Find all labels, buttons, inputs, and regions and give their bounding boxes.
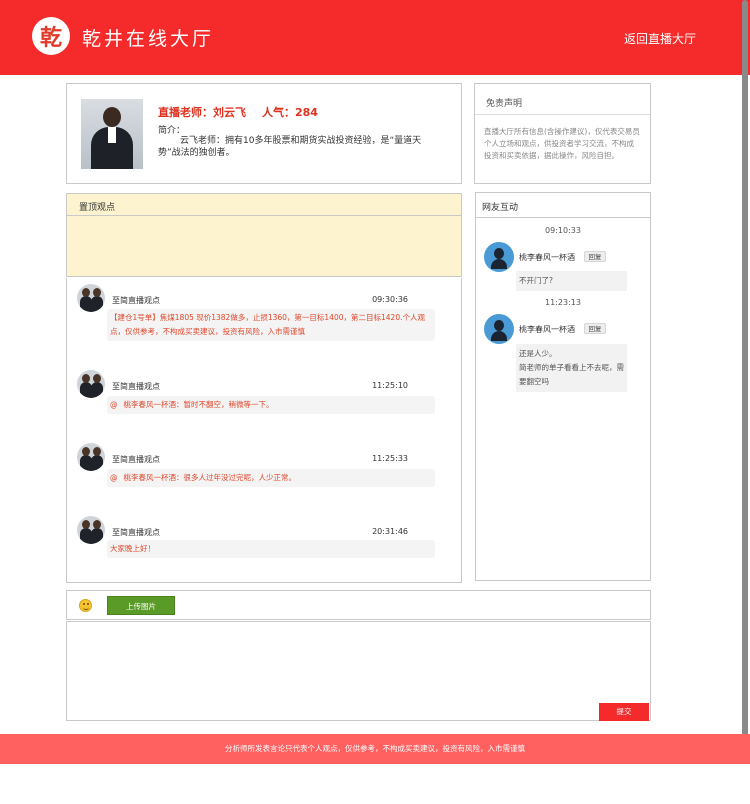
- message-time: 11:25:10: [372, 381, 408, 390]
- composer-toolbar: 上传图片: [66, 590, 651, 620]
- pinned-title: 置顶观点: [79, 203, 116, 213]
- chat-message: 不开门了?: [516, 271, 627, 291]
- emoji-icon[interactable]: [79, 599, 92, 612]
- divider: [67, 215, 461, 216]
- teacher-photo: [81, 99, 143, 169]
- chat-username: 桃李春风一杯酒: [519, 325, 575, 334]
- back-to-hall-link[interactable]: 返回直播大厅: [624, 30, 696, 47]
- upload-image-button[interactable]: 上传图片: [107, 596, 175, 615]
- at-icon: @: [110, 473, 118, 482]
- message-text: 大家晚上好！: [107, 540, 435, 558]
- chat-message: 还是人少。 简老师的单子看看上不去呢，需要翻空吗: [516, 344, 627, 392]
- disclaimer-text: 直播大厅所有信息(含操作建议)，仅代表交易员个人立场和观点，供投资者学习交流，不…: [484, 127, 640, 160]
- message-feed[interactable]: 至简直播观点 09:30:36 【建仓1号单】焦煤1805 现价1382做多，止…: [66, 278, 462, 583]
- user-avatar-icon: [484, 242, 514, 272]
- message-text: @ 桃李春风一杯酒：暂时不翻空，稍微等一下。: [107, 396, 435, 414]
- disclaimer-title: 免责声明: [486, 99, 523, 109]
- chat-time: 09:10:33: [545, 226, 581, 235]
- at-icon: @: [110, 400, 118, 409]
- message-text: 【建仓1号单】焦煤1805 现价1382做多，止损1360，第一目标1400，第…: [107, 309, 435, 341]
- teacher-popularity: 人气：284: [262, 106, 318, 119]
- submit-button[interactable]: 提交: [599, 703, 649, 721]
- avatar: [77, 284, 105, 312]
- message-time: 20:31:46: [372, 527, 408, 536]
- reply-button[interactable]: 回复: [584, 323, 606, 334]
- divider: [475, 114, 650, 115]
- teacher-name: 直播老师：刘云飞: [158, 106, 246, 119]
- site-title: 乾井在线大厅: [82, 28, 215, 50]
- avatar: [77, 516, 105, 544]
- page-scrollbar[interactable]: [742, 0, 748, 760]
- avatar: [77, 370, 105, 398]
- teacher-card: 直播老师：刘云飞 人气：284 简介： 云飞老师：拥有10多年股票和期货实战投资…: [66, 83, 462, 184]
- top-header: 乾 乾井在线大厅 返回直播大厅: [0, 0, 750, 75]
- message-input[interactable]: [66, 621, 651, 721]
- message-author: 至简直播观点: [112, 528, 160, 537]
- footer-disclaimer: 分析师所发表言论只代表个人观点，仅供参考，不构成买卖建议，投资有风险，入市需谨慎: [0, 734, 750, 764]
- chat-username: 桃李春风一杯酒: [519, 253, 575, 262]
- disclaimer-panel: 免责声明 直播大厅所有信息(含操作建议)，仅代表交易员个人立场和观点，供投资者学…: [474, 83, 651, 184]
- logo-char: 乾: [39, 25, 62, 51]
- site-logo[interactable]: 乾: [32, 17, 70, 55]
- message-text: @ 桃李春风一杯酒：很多人过年没过完呢，人少正常。: [107, 469, 435, 487]
- pinned-panel: 置顶观点: [66, 193, 462, 277]
- message-author: 至简直播观点: [112, 296, 160, 305]
- intro-text: 云飞老师：拥有10多年股票和期货实战投资经验，是“量道天势”战法的独创者。: [158, 136, 422, 158]
- message-author: 至简直播观点: [112, 382, 160, 391]
- reply-button[interactable]: 回复: [584, 251, 606, 262]
- message-time: 11:25:33: [372, 454, 408, 463]
- chat-title: 网友互动: [482, 203, 519, 213]
- divider: [476, 217, 650, 218]
- avatar: [77, 443, 105, 471]
- chat-time: 11:23:13: [545, 298, 581, 307]
- chat-panel[interactable]: 网友互动 09:10:33 桃李春风一杯酒 回复 不开门了? 11:23:13 …: [475, 192, 651, 581]
- message-time: 09:30:36: [372, 295, 408, 304]
- user-avatar-icon: [484, 314, 514, 344]
- message-author: 至简直播观点: [112, 455, 160, 464]
